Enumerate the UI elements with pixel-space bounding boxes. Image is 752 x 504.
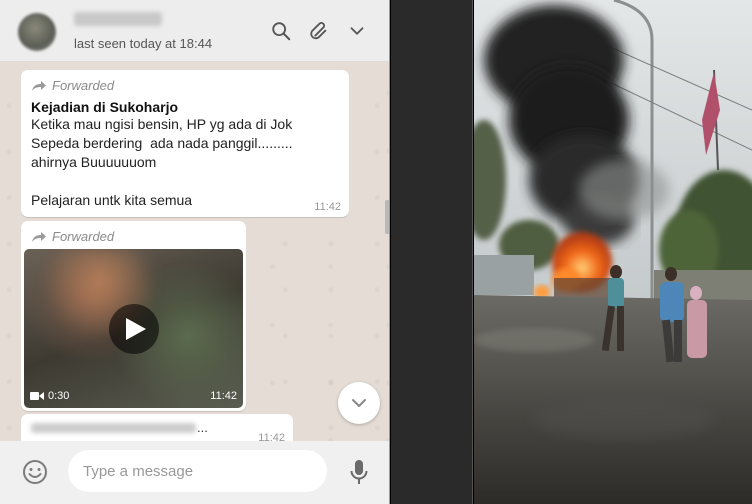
chat-header: last seen today at 18:44 xyxy=(0,0,389,62)
message-line: Ketika mau ngisi bensin, HP yg ada di Jo… xyxy=(31,116,293,132)
paperclip-icon[interactable] xyxy=(308,20,330,42)
video-duration-text: 0:30 xyxy=(48,390,70,402)
message-composer xyxy=(0,441,389,504)
video-message-bubble[interactable]: Forwarded 0:30 11:42 xyxy=(21,221,246,411)
forwarded-text: Forwarded xyxy=(52,229,115,244)
microphone-icon[interactable] xyxy=(348,458,370,486)
forwarded-text: Forwarded xyxy=(52,78,115,93)
play-icon xyxy=(126,318,146,340)
message-ellipsis: ... xyxy=(197,420,208,435)
forwarded-label: Forwarded xyxy=(31,78,339,93)
message-time: 11:42 xyxy=(210,390,237,402)
message-line: Pelajaran untk kita semua xyxy=(31,192,193,208)
message-bubble[interactable]: Forwarded Kejadian di Sukoharjo Ketika m… xyxy=(21,70,349,217)
video-duration: 0:30 xyxy=(30,390,69,402)
message-line xyxy=(31,172,339,191)
chevron-down-icon xyxy=(352,399,366,407)
message-time: 11:42 xyxy=(314,201,341,213)
message-line: Sepeda berdering ada nada panggil.......… xyxy=(31,135,293,151)
video-frame-fire-scene xyxy=(474,0,752,504)
message-title: Kejadian di Sukoharjo xyxy=(31,99,179,115)
last-seen-status: last seen today at 18:44 xyxy=(74,36,213,51)
message-line: ahirnya Buuuuuuom xyxy=(31,154,157,170)
chat-panel: last seen today at 18:44 Forwarded Kejad… xyxy=(0,0,390,504)
blurred-text-preview xyxy=(31,423,196,433)
chevron-down-icon[interactable] xyxy=(346,20,368,42)
dark-side-pane xyxy=(391,0,473,504)
message-input[interactable] xyxy=(68,450,327,492)
fire-scene-image xyxy=(474,0,752,504)
play-button[interactable] xyxy=(109,304,159,354)
smiley-icon[interactable] xyxy=(22,459,48,485)
forward-arrow-icon xyxy=(32,231,46,242)
forwarded-label: Forwarded xyxy=(24,229,243,244)
contact-name-blurred[interactable] xyxy=(74,12,162,26)
video-thumbnail[interactable]: 0:30 11:42 xyxy=(24,249,243,408)
forward-arrow-icon xyxy=(32,80,46,91)
avatar[interactable] xyxy=(18,13,56,51)
video-camera-icon xyxy=(30,392,44,400)
search-icon[interactable] xyxy=(270,20,292,42)
scroll-to-bottom-button[interactable] xyxy=(338,382,380,424)
scrollbar-handle[interactable] xyxy=(385,200,389,234)
